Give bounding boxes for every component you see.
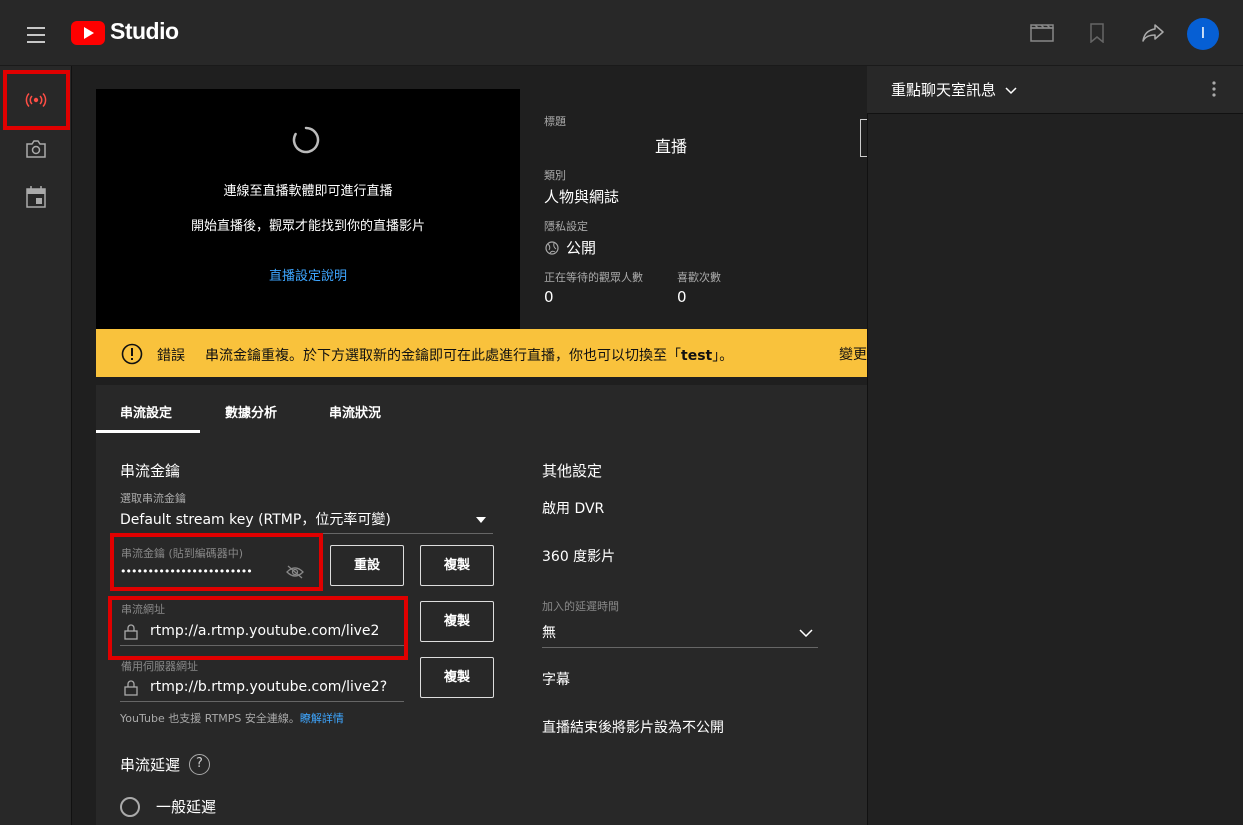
latency-normal-label: 一般延遲 — [156, 798, 217, 816]
backup-url-label: 備用伺服器網址 — [121, 660, 198, 673]
error-label: 錯誤 — [157, 348, 185, 364]
tab-analytics[interactable]: 數據分析 — [225, 402, 277, 421]
stream-url-label: 串流網址 — [121, 603, 165, 616]
change-link[interactable]: 變更 — [839, 344, 867, 364]
connect-message: 連線至直播軟體即可進行直播 — [223, 184, 393, 199]
waiting-viewers-label: 正在等待的觀眾人數 — [544, 271, 643, 284]
title-value: 直播 — [655, 137, 688, 156]
lock-icon — [124, 680, 138, 696]
share-icon[interactable] — [1142, 24, 1164, 42]
tab-bar: 串流設定 數據分析 串流狀況 — [96, 385, 867, 433]
avatar[interactable]: I — [1187, 18, 1219, 50]
camera-icon[interactable] — [25, 140, 47, 158]
latency-normal-radio[interactable] — [120, 797, 140, 817]
error-banner: 錯誤 串流金鑰重複。於下方選取新的金鑰即可在此處進行直播，你也可以切換至「tes… — [96, 329, 867, 377]
lock-icon — [124, 624, 138, 640]
delay-label: 加入的延遲時間 — [542, 600, 619, 613]
rtmps-note-text: YouTube 也支援 RTMPS 安全連線。 — [120, 712, 300, 725]
stream-key-field[interactable]: •••••••••••••••••••••••• — [120, 563, 310, 585]
backup-url-field: rtmp://b.rtmp.youtube.com/live2? — [120, 674, 404, 702]
copy-url-button[interactable]: 複製 — [420, 601, 494, 642]
tab-stream-settings[interactable]: 串流設定 — [120, 402, 172, 421]
error-key-name: test — [681, 348, 713, 364]
chevron-down-icon — [1005, 87, 1017, 95]
dvr-toggle-label[interactable]: 啟用 DVR — [542, 498, 604, 518]
title-label: 標題 — [544, 115, 566, 128]
likes-value: 0 — [677, 288, 687, 306]
backup-url-value: rtmp://b.rtmp.youtube.com/live2? — [150, 679, 388, 695]
help-link[interactable]: 直播設定說明 — [96, 265, 520, 284]
stream-preview: 連線至直播軟體即可進行直播 開始直播後，觀眾才能找到你的直播影片 直播設定說明 — [96, 89, 520, 329]
stream-key-section-title: 串流金鑰 — [120, 462, 181, 480]
rtmps-note: YouTube 也支援 RTMPS 安全連線。瞭解詳情 — [120, 710, 344, 726]
chat-header: 重點聊天室訊息 — [867, 66, 1243, 114]
category-value: 人物與網誌 — [544, 188, 620, 206]
captions-toggle-label[interactable]: 字幕 — [542, 669, 570, 689]
reset-key-button[interactable]: 重設 — [330, 545, 404, 586]
privacy-label: 隱私設定 — [544, 220, 588, 233]
chevron-down-icon — [799, 629, 813, 637]
top-bar: Studio I — [0, 0, 1243, 66]
live-broadcast-icon[interactable] — [24, 92, 48, 108]
calendar-icon[interactable] — [26, 186, 46, 208]
category-label: 類別 — [544, 169, 566, 182]
chat-title: 重點聊天室訊息 — [891, 81, 997, 99]
likes-label: 喜歡次數 — [677, 271, 721, 284]
more-vert-icon[interactable] — [1212, 81, 1216, 97]
other-settings-title: 其他設定 — [542, 462, 603, 480]
loading-spinner-icon — [292, 126, 320, 154]
waiting-viewers-value: 0 — [544, 288, 554, 306]
stream-key-field-label: 串流金鑰 (貼到編碼器中) — [121, 547, 244, 560]
globe-icon — [545, 241, 559, 255]
delay-select[interactable]: 無 — [542, 616, 818, 648]
menu-icon[interactable] — [27, 27, 45, 43]
tab-stream-health[interactable]: 串流狀況 — [329, 402, 381, 421]
clapperboard-icon[interactable] — [1030, 24, 1054, 42]
error-message-end: 」。 — [712, 348, 734, 364]
copy-backup-url-button[interactable]: 複製 — [420, 657, 494, 698]
vr360-toggle-label[interactable]: 360 度影片 — [542, 546, 615, 566]
select-key-label: 選取串流金鑰 — [120, 492, 186, 505]
stream-key-select[interactable]: Default stream key (RTMP，位元率可變) — [120, 506, 493, 534]
hide-key-eye-icon[interactable] — [286, 565, 304, 579]
bookmark-icon[interactable] — [1089, 23, 1105, 43]
stream-info-panel: 標題 直播 類別 人物與網誌 隱私設定 公開 正在等待的觀眾人數 0 喜歡次數 … — [520, 89, 868, 329]
latency-help-icon[interactable]: ? — [189, 754, 210, 775]
studio-logo-text[interactable]: Studio — [110, 18, 179, 45]
warning-icon — [121, 343, 143, 365]
copy-key-button[interactable]: 複製 — [420, 545, 494, 586]
stream-url-field: rtmp://a.rtmp.youtube.com/live2 — [120, 618, 404, 646]
stream-key-value: •••••••••••••••••••••••• — [120, 565, 253, 578]
youtube-logo-icon[interactable] — [71, 21, 105, 45]
chat-panel — [867, 66, 1243, 825]
error-message-text: 串流金鑰重複。於下方選取新的金鑰即可在此處進行直播，你也可以切換至「 — [205, 348, 681, 364]
left-nav-rail — [0, 66, 72, 825]
stream-url-value: rtmp://a.rtmp.youtube.com/live2 — [150, 623, 380, 639]
start-message: 開始直播後，觀眾才能找到你的直播影片 — [190, 219, 425, 234]
chat-mode-selector[interactable]: 重點聊天室訊息 — [891, 79, 1017, 100]
privacy-value: 公開 — [566, 239, 597, 257]
stream-key-select-value: Default stream key (RTMP，位元率可變) — [120, 512, 391, 528]
latency-section-title: 串流延遲 — [120, 756, 181, 774]
error-message: 串流金鑰重複。於下方選取新的金鑰即可在此處進行直播，你也可以切換至「test」。 — [205, 345, 733, 365]
unlist-toggle-label[interactable]: 直播結束後將影片設為不公開 — [542, 717, 724, 737]
dropdown-arrow-icon — [476, 517, 486, 523]
delay-select-value: 無 — [542, 625, 556, 641]
rtmps-learn-more-link[interactable]: 瞭解詳情 — [300, 712, 344, 725]
